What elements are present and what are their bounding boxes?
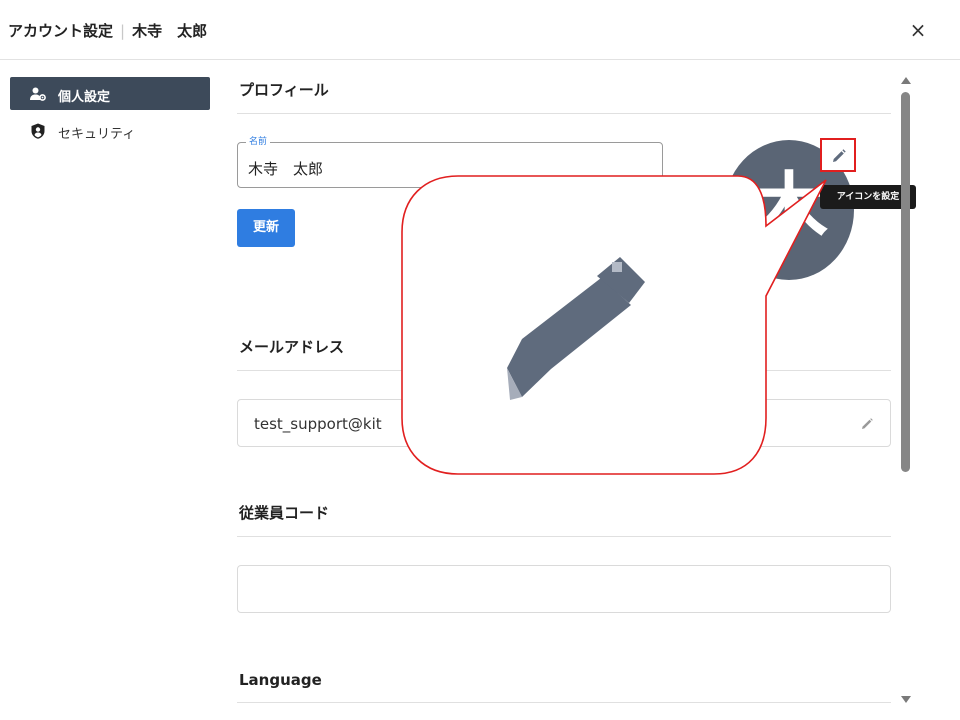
- update-button[interactable]: 更新: [237, 209, 295, 247]
- name-field[interactable]: 名前 木寺 太郎: [237, 136, 663, 188]
- scroll-up-arrow-icon[interactable]: [901, 77, 911, 84]
- name-field-value: 木寺 太郎: [248, 160, 324, 178]
- language-section-title: Language: [237, 649, 891, 703]
- sidebar-item-label: 個人設定: [58, 90, 111, 105]
- profile-section-title: プロフィール: [237, 60, 891, 114]
- name-field-label: 名前: [246, 136, 271, 148]
- pencil-icon: [833, 149, 846, 162]
- dialog-header: アカウント設定 | 木寺 太郎 ×: [0, 0, 960, 60]
- scrollbar-thumb[interactable]: [901, 92, 910, 472]
- close-icon[interactable]: ×: [906, 18, 930, 42]
- profile-section-title-text: プロフィール: [239, 81, 329, 99]
- email-value: test_support@kit: [254, 415, 382, 433]
- language-section-title-text: Language: [239, 671, 322, 689]
- dialog-title-username: 木寺 太郎: [132, 22, 208, 40]
- sidebar-item-personal-settings[interactable]: 個人設定: [10, 77, 210, 110]
- dialog-title: アカウント設定 | 木寺 太郎: [8, 20, 207, 41]
- email-section-title-text: メールアドレス: [239, 338, 345, 356]
- employee-code-section-title-text: 従業員コード: [239, 504, 330, 522]
- employee-code-field[interactable]: [237, 565, 891, 613]
- email-field: test_support@kit: [237, 399, 891, 447]
- sidebar-item-security[interactable]: セキュリティ: [10, 114, 210, 147]
- title-separator: |: [120, 22, 126, 40]
- sidebar-item-label: セキュリティ: [58, 127, 136, 142]
- settings-sidebar: 個人設定 セキュリティ: [0, 60, 220, 720]
- employee-code-section-title: 従業員コード: [237, 483, 891, 537]
- security-shield-icon: [30, 123, 46, 139]
- email-edit-pencil-icon[interactable]: [860, 416, 874, 435]
- email-section-title: メールアドレス: [237, 317, 891, 371]
- dialog-title-text: アカウント設定: [8, 22, 114, 40]
- avatar-edit-button[interactable]: [820, 138, 856, 172]
- scroll-down-arrow-icon[interactable]: [901, 696, 911, 703]
- person-gear-icon: [30, 86, 46, 102]
